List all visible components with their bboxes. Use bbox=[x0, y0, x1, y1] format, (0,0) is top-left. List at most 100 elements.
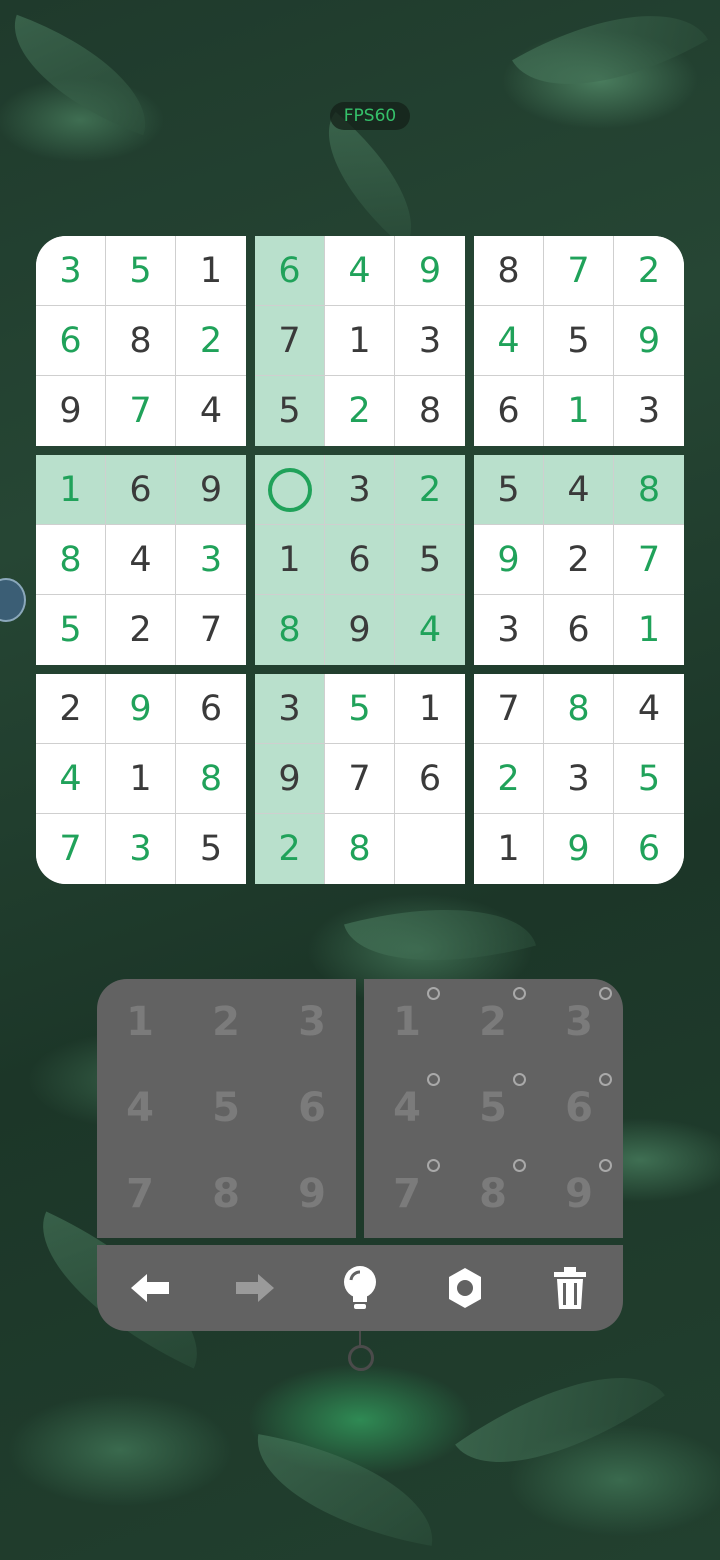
pull-handle-knob[interactable] bbox=[348, 1345, 374, 1371]
sudoku-cell[interactable]: 5 bbox=[395, 525, 465, 595]
sudoku-cell[interactable]: 8 bbox=[544, 674, 614, 744]
note-pad-button[interactable]: 8 bbox=[450, 1151, 536, 1237]
sudoku-cell[interactable]: 2 bbox=[395, 455, 465, 525]
sudoku-cell[interactable]: 6 bbox=[325, 525, 395, 595]
note-pad-button[interactable]: 3 bbox=[536, 979, 622, 1065]
sudoku-cell[interactable]: 9 bbox=[325, 595, 395, 665]
note-pad-button[interactable]: 5 bbox=[450, 1065, 536, 1151]
sudoku-cell[interactable]: 6 bbox=[36, 306, 106, 376]
sudoku-cell[interactable]: 1 bbox=[395, 674, 465, 744]
sudoku-cell[interactable]: 7 bbox=[544, 236, 614, 306]
sudoku-cell[interactable]: 4 bbox=[106, 525, 176, 595]
sudoku-cell[interactable]: 5 bbox=[474, 455, 544, 525]
sudoku-cell[interactable]: 2 bbox=[106, 595, 176, 665]
sudoku-cell[interactable]: 7 bbox=[176, 595, 246, 665]
sudoku-cell[interactable]: 7 bbox=[474, 674, 544, 744]
number-pad-button[interactable]: 2 bbox=[183, 979, 269, 1065]
sudoku-cell[interactable]: 1 bbox=[544, 376, 614, 446]
sudoku-cell[interactable]: 8 bbox=[176, 744, 246, 814]
sudoku-cell[interactable]: 9 bbox=[176, 455, 246, 525]
delete-button[interactable] bbox=[517, 1245, 622, 1331]
sudoku-cell[interactable]: 8 bbox=[106, 306, 176, 376]
sudoku-cell[interactable]: 1 bbox=[255, 525, 325, 595]
sudoku-cell[interactable]: 3 bbox=[176, 525, 246, 595]
sudoku-cell[interactable]: 1 bbox=[36, 455, 106, 525]
sudoku-cell[interactable]: 8 bbox=[395, 376, 465, 446]
sudoku-cell[interactable]: 3 bbox=[395, 306, 465, 376]
sudoku-cell[interactable]: 4 bbox=[176, 376, 246, 446]
sudoku-cell[interactable]: 8 bbox=[255, 595, 325, 665]
sudoku-cell[interactable]: 7 bbox=[36, 814, 106, 884]
number-pad-button[interactable]: 8 bbox=[183, 1151, 269, 1237]
note-pad-button[interactable]: 1 bbox=[364, 979, 450, 1065]
settings-button[interactable] bbox=[412, 1245, 517, 1331]
sudoku-cell[interactable]: 5 bbox=[544, 306, 614, 376]
redo-button[interactable] bbox=[202, 1245, 307, 1331]
sudoku-cell[interactable]: 7 bbox=[255, 306, 325, 376]
sudoku-cell[interactable]: 9 bbox=[36, 376, 106, 446]
sudoku-cell[interactable]: 5 bbox=[614, 744, 684, 814]
sudoku-cell[interactable]: 6 bbox=[255, 236, 325, 306]
sudoku-cell[interactable]: 3 bbox=[325, 455, 395, 525]
sudoku-cell[interactable]: 1 bbox=[474, 814, 544, 884]
sudoku-cell[interactable]: 2 bbox=[544, 525, 614, 595]
sudoku-cell[interactable]: 5 bbox=[106, 236, 176, 306]
sudoku-cell[interactable]: 7 bbox=[614, 525, 684, 595]
sudoku-cell[interactable]: 4 bbox=[36, 744, 106, 814]
sudoku-cell[interactable]: 9 bbox=[106, 674, 176, 744]
note-pad-button[interactable]: 9 bbox=[536, 1151, 622, 1237]
hint-button[interactable] bbox=[307, 1245, 412, 1331]
number-pad-button[interactable]: 1 bbox=[97, 979, 183, 1065]
sudoku-cell[interactable]: 7 bbox=[106, 376, 176, 446]
number-pad-button[interactable]: 5 bbox=[183, 1065, 269, 1151]
sudoku-cell[interactable]: 1 bbox=[176, 236, 246, 306]
sudoku-cell[interactable] bbox=[395, 814, 465, 884]
sudoku-cell[interactable]: 2 bbox=[325, 376, 395, 446]
sudoku-cell[interactable]: 9 bbox=[395, 236, 465, 306]
sudoku-cell[interactable]: 7 bbox=[325, 744, 395, 814]
sudoku-cell[interactable]: 2 bbox=[474, 744, 544, 814]
sudoku-cell[interactable]: 6 bbox=[106, 455, 176, 525]
side-drag-handle[interactable] bbox=[0, 578, 26, 622]
sudoku-cell[interactable]: 5 bbox=[255, 376, 325, 446]
sudoku-cell[interactable]: 8 bbox=[325, 814, 395, 884]
sudoku-cell[interactable]: 3 bbox=[544, 744, 614, 814]
sudoku-cell[interactable]: 2 bbox=[614, 236, 684, 306]
sudoku-cell[interactable]: 9 bbox=[255, 744, 325, 814]
sudoku-cell[interactable]: 2 bbox=[36, 674, 106, 744]
sudoku-cell[interactable]: 8 bbox=[36, 525, 106, 595]
sudoku-cell[interactable]: 5 bbox=[176, 814, 246, 884]
sudoku-cell[interactable]: 5 bbox=[325, 674, 395, 744]
sudoku-cell[interactable]: 6 bbox=[544, 595, 614, 665]
sudoku-cell[interactable]: 1 bbox=[614, 595, 684, 665]
note-pad-button[interactable]: 2 bbox=[450, 979, 536, 1065]
sudoku-cell[interactable]: 4 bbox=[395, 595, 465, 665]
sudoku-cell[interactable]: 6 bbox=[176, 674, 246, 744]
sudoku-cell[interactable]: 3 bbox=[255, 674, 325, 744]
note-pad-button[interactable]: 6 bbox=[536, 1065, 622, 1151]
note-pad-button[interactable]: 4 bbox=[364, 1065, 450, 1151]
number-pad-button[interactable]: 7 bbox=[97, 1151, 183, 1237]
sudoku-cell[interactable]: 6 bbox=[395, 744, 465, 814]
sudoku-cell[interactable]: 5 bbox=[36, 595, 106, 665]
sudoku-cell[interactable]: 4 bbox=[614, 674, 684, 744]
number-pad-button[interactable]: 3 bbox=[269, 979, 355, 1065]
undo-button[interactable] bbox=[97, 1245, 202, 1331]
sudoku-cell[interactable]: 6 bbox=[474, 376, 544, 446]
number-pad-button[interactable]: 4 bbox=[97, 1065, 183, 1151]
sudoku-cell[interactable]: 6 bbox=[614, 814, 684, 884]
sudoku-cell[interactable]: 9 bbox=[544, 814, 614, 884]
sudoku-cell[interactable] bbox=[255, 455, 325, 525]
number-pad-button[interactable]: 9 bbox=[269, 1151, 355, 1237]
sudoku-cell[interactable]: 1 bbox=[325, 306, 395, 376]
sudoku-cell[interactable]: 4 bbox=[325, 236, 395, 306]
sudoku-cell[interactable]: 3 bbox=[36, 236, 106, 306]
sudoku-cell[interactable]: 3 bbox=[614, 376, 684, 446]
sudoku-cell[interactable]: 8 bbox=[614, 455, 684, 525]
note-pad-button[interactable]: 7 bbox=[364, 1151, 450, 1237]
number-pad-button[interactable]: 6 bbox=[269, 1065, 355, 1151]
sudoku-cell[interactable]: 1 bbox=[106, 744, 176, 814]
sudoku-cell[interactable]: 4 bbox=[474, 306, 544, 376]
sudoku-cell[interactable]: 2 bbox=[176, 306, 246, 376]
sudoku-cell[interactable]: 3 bbox=[106, 814, 176, 884]
